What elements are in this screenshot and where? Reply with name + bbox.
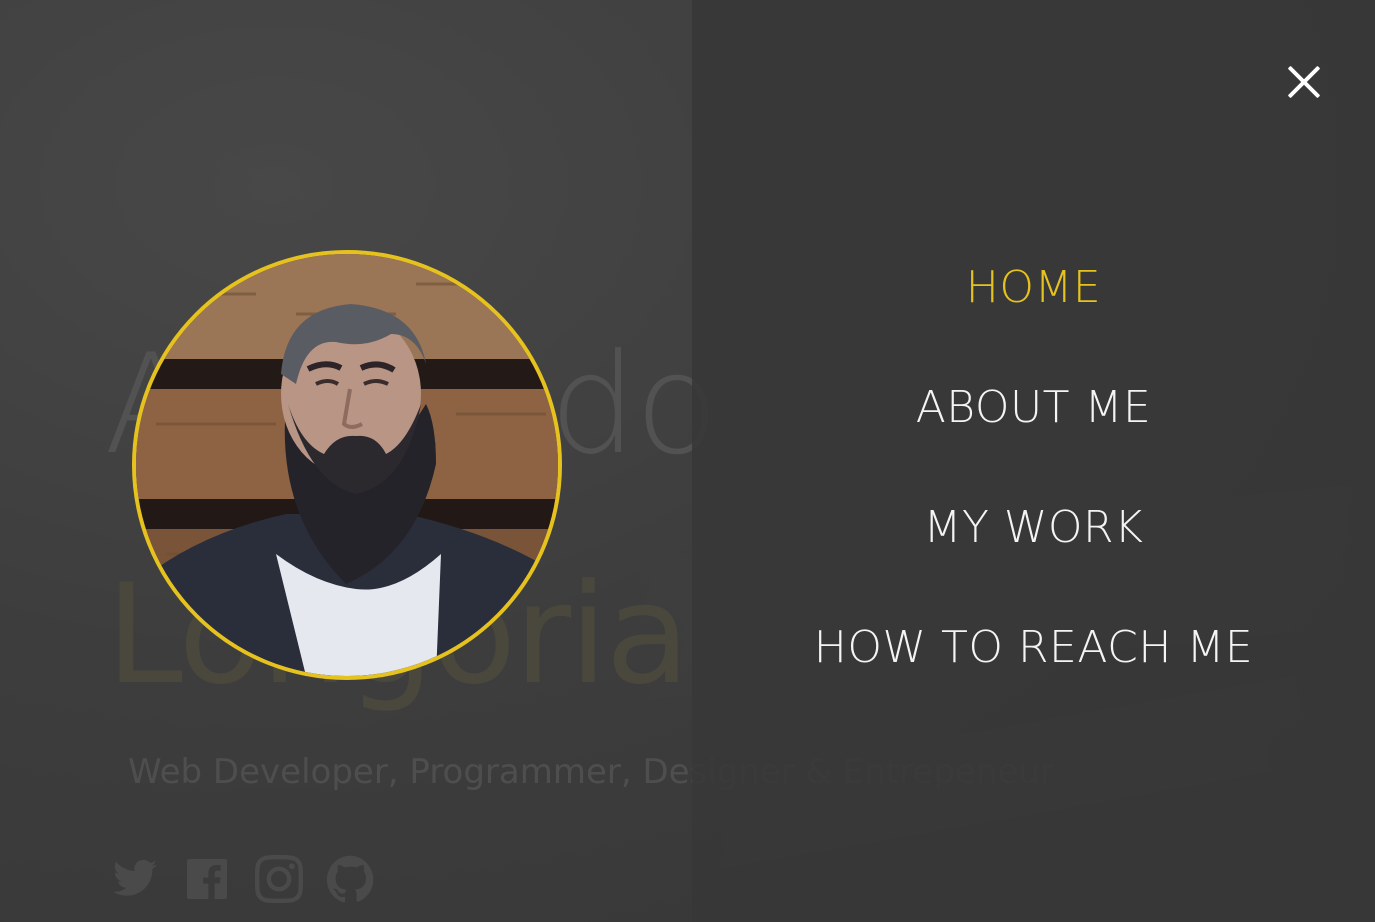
menu-item-my-work: MY WORK (692, 498, 1375, 618)
nav-menu: HOME ABOUT ME MY WORK HOW TO REACH ME (692, 258, 1375, 738)
avatar (132, 250, 562, 680)
close-menu-button[interactable] (1280, 58, 1328, 106)
menu-link-my-work[interactable]: MY WORK (924, 502, 1144, 553)
profile-photo (136, 254, 558, 676)
menu-link-about-me[interactable]: ABOUT ME (916, 382, 1152, 433)
menu-item-about-me: ABOUT ME (692, 378, 1375, 498)
menu-link-how-to-reach-me[interactable]: HOW TO REACH ME (814, 622, 1253, 673)
menu-item-how-to-reach-me: HOW TO REACH ME (692, 618, 1375, 738)
menu-link-home[interactable]: HOME (966, 262, 1101, 313)
menu-item-home: HOME (692, 258, 1375, 378)
